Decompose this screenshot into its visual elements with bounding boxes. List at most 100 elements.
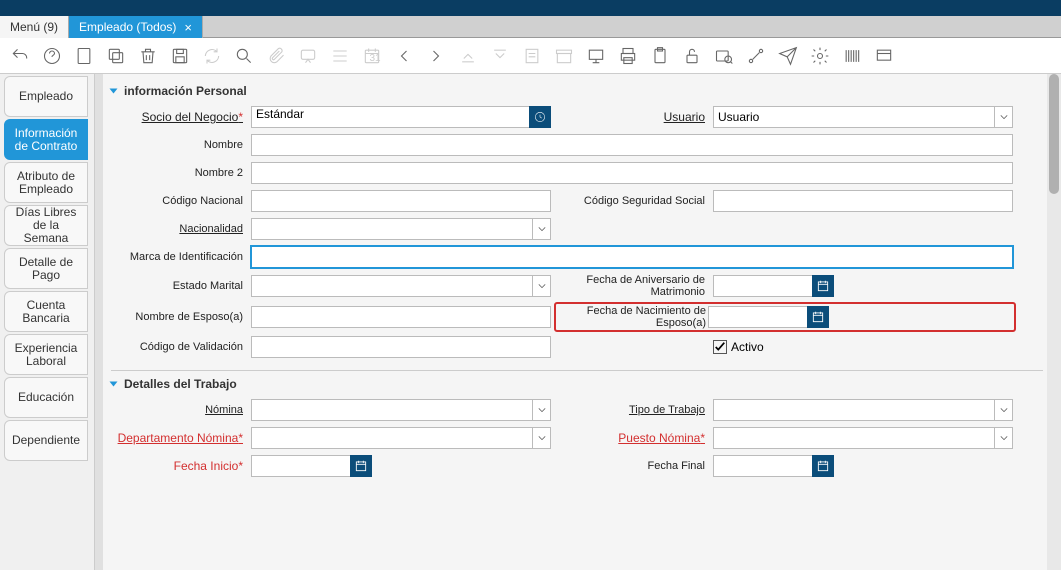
chevron-down-icon — [532, 428, 550, 448]
svg-text:31: 31 — [370, 53, 382, 64]
codigo-nacional-input[interactable] — [251, 190, 551, 212]
window-titlebar — [0, 0, 1061, 16]
sidetab-detalle-pago[interactable]: Detalle de Pago — [4, 248, 88, 289]
tab-empleado-label: Empleado (Todos) — [79, 20, 176, 34]
sidetab-atributo-empleado[interactable]: Atributo de Empleado — [4, 162, 88, 203]
vertical-scrollbar[interactable] — [1047, 74, 1061, 570]
marca-input[interactable] — [251, 246, 1013, 268]
fecha-nac-esposo-date-button[interactable] — [807, 306, 829, 328]
barcode-button[interactable] — [838, 42, 866, 70]
chevron-down-icon — [994, 107, 1012, 127]
sidetab-educacion[interactable]: Educación — [4, 377, 88, 418]
label-nomina[interactable]: Nómina — [115, 404, 245, 416]
tab-bar: Menú (9) Empleado (Todos) × — [0, 16, 1061, 38]
label-fecha-final: Fecha Final — [557, 460, 707, 472]
print-button[interactable] — [614, 42, 642, 70]
estado-marital-select[interactable] — [251, 275, 551, 297]
next-button[interactable] — [422, 42, 450, 70]
main-toolbar: 31 — [0, 38, 1061, 74]
fecha-nac-esposo-input[interactable] — [708, 306, 808, 328]
copy-button[interactable] — [102, 42, 130, 70]
label-tipo-trabajo[interactable]: Tipo de Trabajo — [557, 404, 707, 416]
aniversario-date-button[interactable] — [812, 275, 834, 297]
chevron-down-icon — [532, 276, 550, 296]
label-estado-marital: Estado Marital — [115, 280, 245, 292]
archive-button[interactable] — [550, 42, 578, 70]
new-button[interactable] — [70, 42, 98, 70]
label-codigo-seguridad: Código Seguridad Social — [557, 195, 707, 207]
send-button[interactable] — [774, 42, 802, 70]
prev-button[interactable] — [390, 42, 418, 70]
label-aniversario: Fecha de Aniversario de Matrimonio — [557, 274, 707, 298]
fecha-inicio-input[interactable] — [251, 455, 351, 477]
label-nombre-esposo: Nombre de Esposo(a) — [115, 311, 245, 323]
nomina-select[interactable] — [251, 399, 551, 421]
label-departamento-nomina[interactable]: Departamento Nómina* — [115, 431, 245, 445]
sidetab-dependiente[interactable]: Dependiente — [4, 420, 88, 461]
collapse-icon — [110, 89, 118, 94]
tab-empleado[interactable]: Empleado (Todos) × — [69, 16, 203, 38]
side-tabs: Empleado Información de Contrato Atribut… — [0, 74, 95, 570]
label-nombre: Nombre — [115, 139, 245, 151]
scrollbar-thumb[interactable] — [1049, 74, 1059, 194]
workflow-button[interactable] — [742, 42, 770, 70]
fecha-final-input[interactable] — [713, 455, 813, 477]
search-button[interactable] — [230, 42, 258, 70]
nombre-input[interactable] — [251, 134, 1013, 156]
nombre2-input[interactable] — [251, 162, 1013, 184]
fecha-final-date-button[interactable] — [812, 455, 834, 477]
usuario-select[interactable]: Usuario — [713, 106, 1013, 128]
delete-button[interactable] — [134, 42, 162, 70]
section-personal-title: información Personal — [124, 84, 247, 98]
socio-input[interactable]: Estándar — [251, 106, 530, 128]
list-button[interactable] — [326, 42, 354, 70]
label-activo: Activo — [731, 340, 764, 354]
chevron-down-icon — [994, 400, 1012, 420]
section-trabajo-header[interactable]: Detalles del Trabajo — [111, 377, 1043, 391]
lock-button[interactable] — [678, 42, 706, 70]
label-codigo-validacion: Código de Validación — [115, 341, 245, 353]
last-button[interactable] — [486, 42, 514, 70]
refresh-button[interactable] — [198, 42, 226, 70]
calendar-button[interactable]: 31 — [358, 42, 386, 70]
codigo-seguridad-input[interactable] — [713, 190, 1013, 212]
puesto-nomina-select[interactable] — [713, 427, 1013, 449]
socio-lookup-button[interactable] — [529, 106, 551, 128]
tab-menu[interactable]: Menú (9) — [0, 16, 69, 38]
help-button[interactable] — [38, 42, 66, 70]
present-button[interactable] — [582, 42, 610, 70]
label-socio[interactable]: Socio del Negocio* — [115, 110, 245, 124]
codigo-validacion-input[interactable] — [251, 336, 551, 358]
nombre-esposo-input[interactable] — [251, 306, 551, 328]
settings-button[interactable] — [806, 42, 834, 70]
aniversario-input[interactable] — [713, 275, 813, 297]
label-usuario[interactable]: Usuario — [557, 110, 707, 124]
undo-button[interactable] — [6, 42, 34, 70]
save-button[interactable] — [166, 42, 194, 70]
fecha-inicio-date-button[interactable] — [350, 455, 372, 477]
label-fecha-inicio: Fecha Inicio* — [115, 459, 245, 473]
close-icon[interactable]: × — [184, 20, 192, 35]
section-personal-header[interactable]: información Personal — [111, 84, 1043, 98]
sidetab-cuenta-bancaria[interactable]: Cuenta Bancaria — [4, 291, 88, 332]
label-nacionalidad[interactable]: Nacionalidad — [115, 223, 245, 235]
chevron-down-icon — [532, 219, 550, 239]
sidetab-experiencia-laboral[interactable]: Experiencia Laboral — [4, 334, 88, 375]
collapse-icon — [110, 382, 118, 387]
label-puesto-nomina[interactable]: Puesto Nómina* — [557, 431, 707, 445]
sidetab-empleado[interactable]: Empleado — [4, 76, 88, 117]
zoom-button[interactable] — [710, 42, 738, 70]
sidebar-scrollbar[interactable] — [95, 74, 103, 570]
first-button[interactable] — [454, 42, 482, 70]
clipboard-button[interactable] — [646, 42, 674, 70]
tipo-trabajo-select[interactable] — [713, 399, 1013, 421]
departamento-nomina-select[interactable] — [251, 427, 551, 449]
sidetab-dias-libres[interactable]: Días Libres de la Semana — [4, 205, 88, 246]
nacionalidad-select[interactable] — [251, 218, 551, 240]
chat-button[interactable] — [294, 42, 322, 70]
screen-button[interactable] — [870, 42, 898, 70]
sidetab-informacion-contrato[interactable]: Información de Contrato — [4, 119, 88, 160]
activo-checkbox[interactable] — [713, 340, 727, 354]
report-button[interactable] — [518, 42, 546, 70]
attach-button[interactable] — [262, 42, 290, 70]
